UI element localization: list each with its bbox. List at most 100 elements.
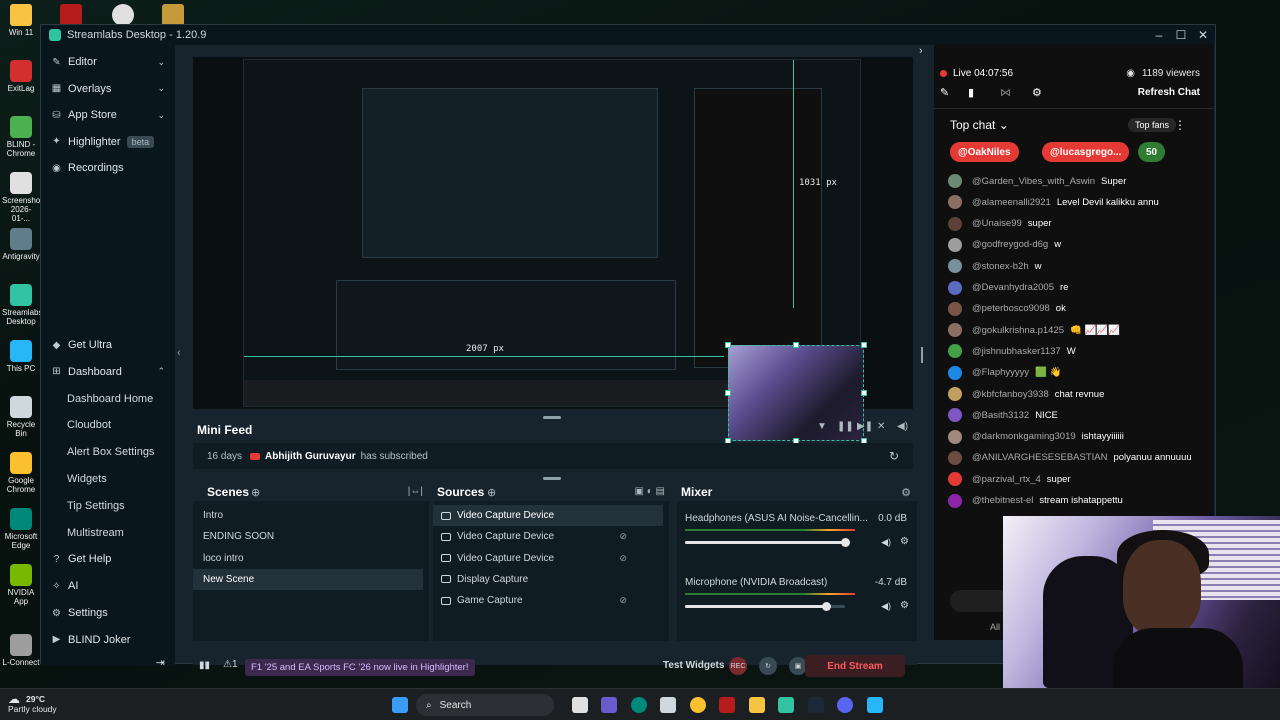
- filter-icon[interactable]: ▼: [817, 421, 827, 432]
- volume-knob[interactable]: [821, 602, 831, 611]
- highlighter-promo[interactable]: F1 '25 and EA Sports FC '26 now live in …: [245, 659, 475, 676]
- desktop-icon-l-connect[interactable]: L-Connect: [2, 634, 40, 667]
- resize-handle[interactable]: [861, 390, 867, 396]
- close-button[interactable]: ✕: [1193, 25, 1213, 45]
- sidebar-item-multistream[interactable]: Multistream: [41, 520, 175, 546]
- sidebar-item-dashboard[interactable]: ⊞ Dashboard ⌃: [41, 359, 175, 385]
- pinned-chip[interactable]: 50: [1138, 142, 1166, 162]
- channel-settings-icon[interactable]: ⚙: [900, 600, 909, 611]
- volume-icon[interactable]: ◀): [897, 421, 908, 432]
- avatar[interactable]: [948, 216, 962, 231]
- photos-icon[interactable]: [867, 697, 883, 713]
- mute-icon[interactable]: ◀): [881, 601, 891, 612]
- pin-icon[interactable]: ▮: [968, 86, 974, 99]
- visibility-icon[interactable]: ⊘: [619, 553, 627, 564]
- sidebar-item-get-help[interactable]: ? Get Help: [41, 546, 175, 572]
- edit-icon[interactable]: ✎: [940, 86, 949, 99]
- visibility-icon[interactable]: ⊘: [619, 595, 627, 606]
- source-folder-icon[interactable]: ▣ ◐ ▤: [635, 486, 666, 497]
- desktop-icon-google-chrome[interactable]: Google Chrome: [2, 452, 40, 494]
- refresh-feed-icon[interactable]: ↻: [889, 449, 899, 463]
- desktop-icon-blind-chrome[interactable]: BLIND - Chrome: [2, 116, 40, 158]
- chat-username[interactable]: @darkmonkgaming3019: [972, 431, 1076, 442]
- avatar[interactable]: [948, 493, 962, 508]
- more-options-icon[interactable]: ⋮: [1174, 118, 1186, 132]
- pinned-chip[interactable]: @OakNiles: [950, 142, 1019, 162]
- performance-icon[interactable]: ▮▮: [199, 660, 210, 671]
- source-item[interactable]: Video Capture Device: [433, 505, 663, 526]
- avatar[interactable]: [948, 259, 962, 274]
- maximize-button[interactable]: ☐: [1171, 25, 1191, 45]
- expand-chat-icon[interactable]: ›: [919, 45, 923, 57]
- sidebar-item-editor[interactable]: ✎ Editor ⌄: [41, 49, 175, 75]
- streamlabs-taskbar-icon[interactable]: [778, 697, 794, 713]
- sidebar-item-alert-box-settings[interactable]: Alert Box Settings: [41, 439, 175, 465]
- visibility-icon[interactable]: ⊘: [619, 531, 627, 542]
- chat-username[interactable]: @peterbosco9098: [972, 303, 1050, 314]
- chat-username[interactable]: @parzival_rtx_4: [972, 474, 1041, 485]
- resize-handle[interactable]: [793, 342, 799, 348]
- event-user[interactable]: Abhijith Guruvayur: [265, 451, 356, 462]
- taskbar-search[interactable]: ⌕ Search: [416, 694, 554, 716]
- start-icon[interactable]: [392, 697, 408, 713]
- game-icon[interactable]: [162, 4, 184, 26]
- chat-resize-handle[interactable]: [921, 347, 923, 363]
- source-item[interactable]: Video Capture Device ⊘: [433, 548, 663, 569]
- scene-item[interactable]: New Scene: [193, 568, 423, 590]
- sidebar-item-overlays[interactable]: ▦ Overlays ⌄: [41, 76, 175, 102]
- desktop-icon-exitlag[interactable]: ExitLag: [2, 60, 40, 93]
- sidebar-item-cloudbot[interactable]: Cloudbot: [41, 412, 175, 438]
- chat-username[interactable]: @thebitnest-el: [972, 495, 1033, 506]
- desktop-icon-antigravity[interactable]: Antigravity: [2, 228, 40, 261]
- source-item[interactable]: Display Capture: [433, 569, 663, 590]
- resize-handle[interactable]: [725, 390, 731, 396]
- avatar[interactable]: [948, 323, 962, 338]
- desktop-icon-win-11[interactable]: Win 11: [2, 4, 40, 37]
- scene-item[interactable]: loco intro: [193, 548, 423, 569]
- chat-username[interactable]: @Flaphyyyyy: [972, 367, 1029, 378]
- avatar[interactable]: [948, 450, 962, 465]
- scene-item[interactable]: Intro: [193, 505, 423, 526]
- chat-input[interactable]: [950, 590, 1010, 612]
- steam-icon[interactable]: [808, 697, 824, 713]
- volume-knob[interactable]: [841, 538, 850, 547]
- resize-drag-handle[interactable]: [543, 416, 561, 419]
- chat-username[interactable]: @Devanhydra2005: [972, 282, 1054, 293]
- sidebar-item-tip-settings[interactable]: Tip Settings: [41, 493, 175, 519]
- refresh-chat-button[interactable]: Refresh Chat: [1138, 87, 1200, 98]
- scene-item[interactable]: ENDING SOON: [193, 526, 423, 547]
- add-scene-icon[interactable]: ⊕: [251, 486, 260, 499]
- chat-username[interactable]: @Basith3132: [972, 410, 1029, 421]
- avatar[interactable]: [948, 280, 962, 295]
- avatar[interactable]: [948, 408, 962, 423]
- chat-username[interactable]: @Garden_Vibes_with_Aswin: [972, 176, 1095, 187]
- sidebar-item-app-store[interactable]: ⛁ App Store ⌄: [41, 102, 175, 128]
- avatar[interactable]: [948, 301, 962, 316]
- chat-username[interactable]: @stonex-b2h: [972, 261, 1029, 272]
- chat-settings-icon[interactable]: ⚙: [1032, 86, 1042, 99]
- chat-username[interactable]: @kbfcfanboy3938: [972, 389, 1049, 400]
- source-item[interactable]: Video Capture Device ⊘: [433, 526, 663, 547]
- chat-username[interactable]: @ANILVARGHESESEBASTIAN: [972, 452, 1107, 463]
- channel-settings-icon[interactable]: ⚙: [900, 536, 909, 547]
- logout-icon[interactable]: ⇥: [156, 656, 165, 669]
- avatar[interactable]: [948, 174, 962, 188]
- end-stream-button[interactable]: End Stream: [805, 655, 905, 677]
- avatar[interactable]: [948, 472, 962, 487]
- resize-handle[interactable]: [861, 342, 867, 348]
- desktop-icon-screenshot-2026-01[interactable]: Screenshot 2026-01-...: [2, 172, 42, 223]
- scene-transitions-icon[interactable]: |⇔|: [408, 486, 423, 497]
- avatar[interactable]: [948, 237, 962, 252]
- chat-username[interactable]: @godfreygod-d6g: [972, 239, 1048, 250]
- mute-alerts-icon[interactable]: ✕: [877, 421, 885, 432]
- avatar[interactable]: [948, 195, 962, 210]
- exitlag-taskbar-icon[interactable]: [719, 697, 735, 713]
- source-item[interactable]: Game Capture ⊘: [433, 590, 663, 611]
- skip-icon[interactable]: ▶❚: [857, 421, 873, 432]
- task-view-icon[interactable]: [572, 697, 588, 713]
- sidebar-item-recordings[interactable]: ◉ Recordings: [41, 155, 175, 181]
- desktop-icon-nvidia-app[interactable]: NVIDIA App: [2, 564, 40, 606]
- sidebar-item-ai[interactable]: ✧ AI: [41, 573, 175, 599]
- discord-icon[interactable]: [837, 697, 853, 713]
- sidebar-item-get-ultra[interactable]: ◆ Get Ultra: [41, 332, 175, 358]
